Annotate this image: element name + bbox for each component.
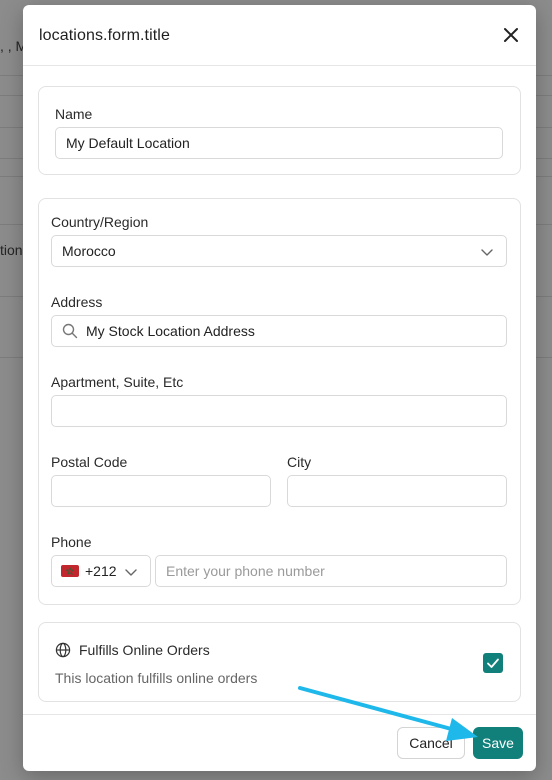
postal-code-input[interactable]	[51, 475, 271, 507]
search-icon	[62, 323, 78, 339]
checkmark-icon	[487, 658, 499, 668]
close-button[interactable]	[500, 24, 522, 46]
fulfills-online-orders-checkbox[interactable]	[483, 653, 503, 673]
apartment-label: Apartment, Suite, Etc	[51, 374, 184, 390]
name-label: Name	[55, 106, 93, 122]
name-input-value: My Default Location	[66, 135, 190, 151]
modal-title: locations.form.title	[39, 27, 170, 44]
phone-country-code: +212	[85, 563, 117, 579]
save-button[interactable]: Save	[473, 727, 523, 759]
city-input[interactable]	[287, 475, 507, 507]
fulfillment-description: This location fulfills online orders	[55, 670, 258, 686]
name-input[interactable]: My Default Location	[55, 127, 503, 159]
address-search-input[interactable]: My Stock Location Address	[51, 315, 507, 347]
phone-number-input[interactable]: Enter your phone number	[155, 555, 507, 587]
country-select-value: Morocco	[62, 243, 116, 259]
phone-country-code-select[interactable]: +212	[51, 555, 151, 587]
address-card: Country/Region Morocco Address My Stock …	[38, 198, 521, 605]
modal-body: Name My Default Location Country/Region …	[23, 66, 536, 714]
name-card: Name My Default Location	[38, 86, 521, 175]
morocco-flag-icon	[61, 565, 79, 577]
address-input-value: My Stock Location Address	[86, 323, 255, 339]
country-select[interactable]: Morocco	[51, 235, 507, 267]
location-form-modal: locations.form.title Name My Default Loc…	[23, 5, 536, 771]
address-label: Address	[51, 294, 103, 310]
globe-icon	[55, 642, 71, 658]
close-icon	[504, 28, 518, 42]
cancel-button[interactable]: Cancel	[397, 727, 465, 759]
postal-code-label: Postal Code	[51, 454, 128, 470]
city-label: City	[287, 454, 312, 470]
apartment-input[interactable]	[51, 395, 507, 427]
fulfillment-title: Fulfills Online Orders	[79, 642, 210, 658]
modal-header: locations.form.title	[23, 5, 536, 66]
chevron-down-icon	[481, 249, 493, 256]
phone-number-placeholder: Enter your phone number	[166, 563, 325, 579]
chevron-down-icon	[125, 569, 137, 576]
modal-footer: Cancel Save	[23, 714, 536, 771]
phone-label: Phone	[51, 534, 92, 550]
fulfillment-card: Fulfills Online Orders This location ful…	[38, 622, 521, 702]
country-label: Country/Region	[51, 214, 149, 230]
